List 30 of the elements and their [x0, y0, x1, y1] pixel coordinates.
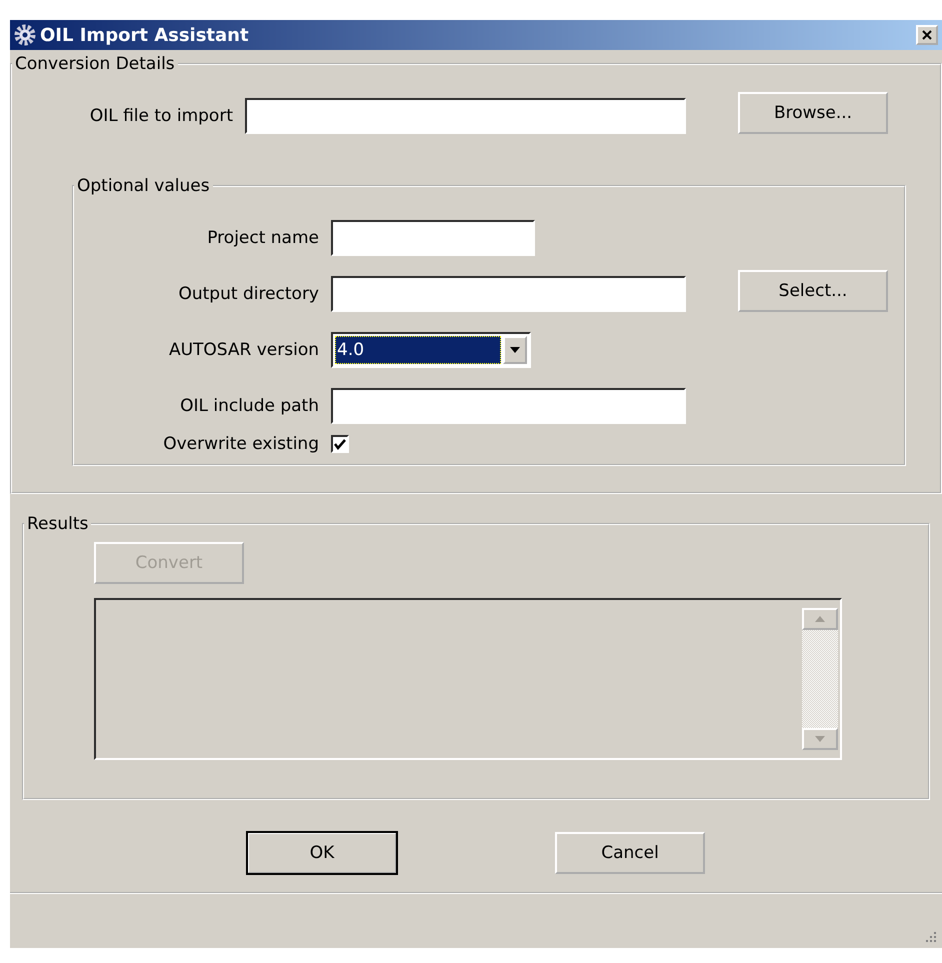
- ok-button[interactable]: OK: [247, 832, 397, 874]
- field-label: Project name: [206, 228, 320, 248]
- field-label: Output directory: [177, 284, 320, 304]
- window-title: OIL Import Assistant: [40, 24, 250, 46]
- field-label: AUTOSAR version: [168, 340, 320, 360]
- field-label: Overwrite existing: [162, 434, 320, 454]
- close-button[interactable]: [916, 25, 938, 45]
- dropdown-value: 4.0: [335, 336, 501, 364]
- browse-button[interactable]: Browse...: [738, 92, 888, 134]
- scroll-down-icon: [815, 736, 825, 742]
- select-button[interactable]: Select...: [738, 270, 888, 312]
- group-title: Results: [26, 514, 90, 534]
- text-field[interactable]: [331, 220, 535, 256]
- field-label: OIL file to import: [88, 106, 234, 126]
- group-title: Conversion Details: [14, 54, 176, 74]
- oil-file-field[interactable]: [245, 98, 686, 134]
- scrollbar[interactable]: [802, 608, 838, 750]
- close-icon: [922, 30, 932, 40]
- check-icon: [334, 438, 346, 450]
- group-title: Optional values: [76, 176, 211, 196]
- checkbox[interactable]: [331, 435, 349, 453]
- version-dropdown[interactable]: 4.0: [331, 332, 531, 368]
- text-field[interactable]: [331, 276, 686, 312]
- field-label: OIL include path: [179, 396, 320, 416]
- cancel-button[interactable]: Cancel: [555, 832, 705, 874]
- text-field[interactable]: [331, 388, 686, 424]
- dropdown-arrow-icon: [510, 347, 520, 353]
- scroll-up-icon: [815, 616, 825, 622]
- gear-icon: [14, 24, 36, 46]
- resize-grip-icon: [924, 930, 938, 944]
